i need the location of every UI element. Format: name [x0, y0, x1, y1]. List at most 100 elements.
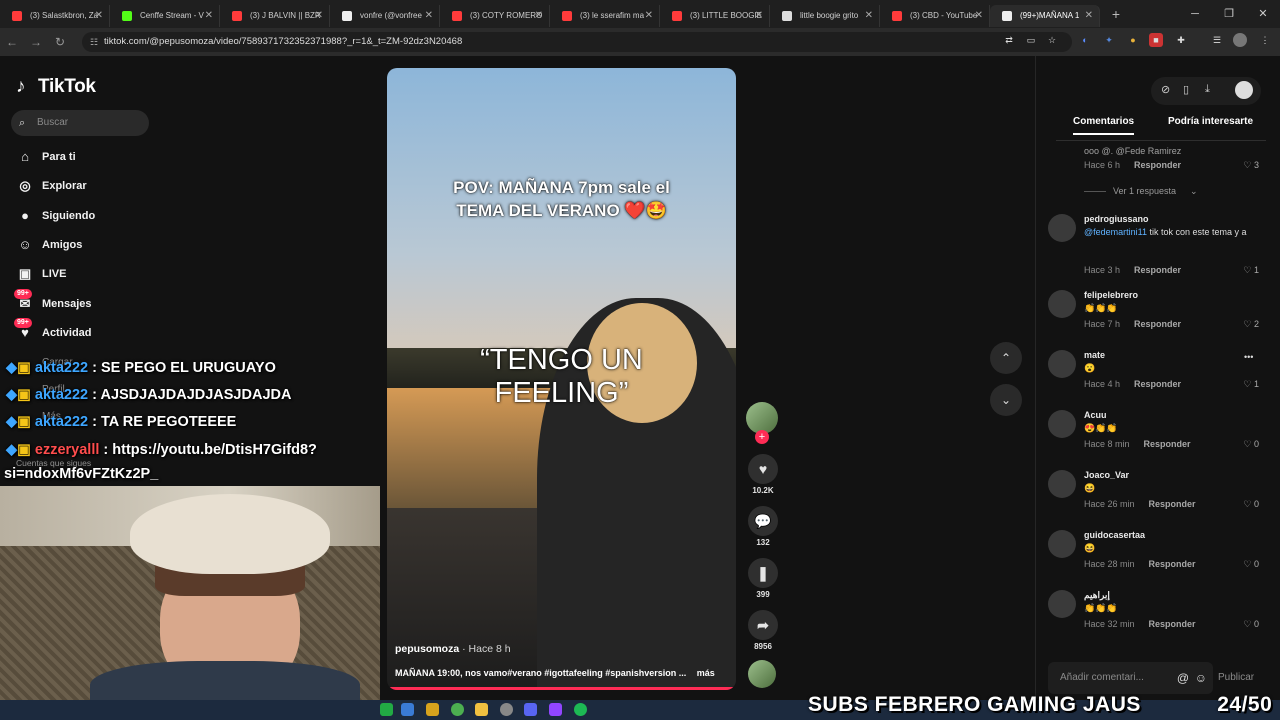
commenter-username[interactable]: felipelebrero: [1084, 290, 1138, 300]
comment-input[interactable]: Añadir comentari... @ ☺: [1048, 662, 1213, 694]
tab-comentarios[interactable]: Comentarios: [1073, 116, 1135, 135]
puzzle-icon[interactable]: ✚: [1174, 33, 1188, 47]
commenter-avatar[interactable]: [1048, 410, 1076, 438]
reply-button[interactable]: Responder: [1149, 559, 1196, 569]
browser-tab[interactable]: (3) le sserafim ma ✕: [550, 5, 660, 27]
address-bar[interactable]: ☷ tiktok.com/@pepusomoza/video/758937173…: [82, 32, 1072, 52]
close-tab-icon[interactable]: ✕: [315, 5, 323, 27]
adblock-icon[interactable]: ■: [1149, 33, 1163, 47]
save-button[interactable]: ❚ 399: [746, 558, 780, 599]
video-player[interactable]: POV: MAÑANA 7pm sale el TEMA DEL VERANO …: [387, 68, 736, 690]
menu-dots-icon[interactable]: ⋮: [1258, 33, 1272, 47]
phone-icon[interactable]: ▯: [1183, 83, 1189, 96]
close-window-icon[interactable]: ✕: [1246, 0, 1280, 28]
app-icon[interactable]: [380, 703, 393, 716]
maximize-icon[interactable]: ❐: [1212, 0, 1246, 28]
sidebar-item-amigos[interactable]: ☺ Amigos: [16, 234, 216, 256]
video-progress-bar[interactable]: [387, 687, 736, 690]
close-tab-icon[interactable]: ✕: [535, 5, 543, 27]
browser-tab[interactable]: (3) CBD - YouTube ✕: [880, 5, 990, 27]
tab-search-icon[interactable]: ☰: [1210, 33, 1224, 47]
comment-like-button[interactable]: ♡ 0: [1243, 499, 1259, 510]
comment-like-button[interactable]: ♡ 0: [1243, 439, 1259, 450]
download-icon[interactable]: ⤓: [1205, 83, 1210, 96]
comment-like-button[interactable]: ♡ 2: [1243, 319, 1259, 330]
browser-tab[interactable]: (3) COTY ROMERO ✕: [440, 5, 550, 27]
minimize-icon[interactable]: ─: [1178, 0, 1212, 28]
share-button[interactable]: ➦ 8956: [746, 610, 780, 651]
commenter-avatar[interactable]: [1048, 214, 1076, 242]
app-icon[interactable]: [401, 703, 414, 716]
new-tab-icon[interactable]: +: [1106, 6, 1126, 22]
close-tab-icon[interactable]: ✕: [205, 5, 213, 27]
cast-icon[interactable]: ▭: [1024, 33, 1038, 47]
extension-icon[interactable]: ✦: [1102, 33, 1116, 47]
commenter-avatar[interactable]: [1048, 350, 1076, 378]
reply-button[interactable]: Responder: [1134, 379, 1181, 389]
sidebar-item-para-ti[interactable]: ⌂ Para ti: [16, 146, 216, 168]
browser-tab[interactable]: (3) LITTLE BOOGIE ✕: [660, 5, 770, 27]
browser-tab[interactable]: vonfre (@vonfree ✕: [330, 5, 440, 27]
comment-like-button[interactable]: ♡ 0: [1243, 619, 1259, 630]
reply-button[interactable]: Responder: [1149, 499, 1196, 509]
commenter-avatar[interactable]: [1048, 590, 1076, 618]
follow-plus-icon[interactable]: +: [755, 430, 769, 444]
folder-icon[interactable]: [475, 703, 488, 716]
commenter-avatar[interactable]: [1048, 290, 1076, 318]
tiktok-logo[interactable]: ♪ TikTok: [16, 76, 96, 98]
comment-button[interactable]: 💬 132: [746, 506, 780, 547]
reply-button[interactable]: Responder: [1134, 160, 1181, 170]
commenter-avatar[interactable]: [1048, 530, 1076, 558]
close-tab-icon[interactable]: ✕: [865, 5, 873, 27]
browser-tab[interactable]: (3) J BALVIN || BZR ✕: [220, 5, 330, 27]
site-info-icon[interactable]: ☷: [90, 32, 98, 52]
spotify-icon[interactable]: [574, 703, 587, 716]
comment-like-button[interactable]: ♡ 1: [1243, 265, 1259, 276]
extension-icon[interactable]: ◐: [1078, 33, 1092, 47]
browser-tab[interactable]: little boogie grito ✕: [770, 5, 880, 27]
reply-button[interactable]: Responder: [1149, 619, 1196, 629]
comment-mention[interactable]: @fedemartini11: [1084, 227, 1147, 237]
video-author[interactable]: pepusomoza: [395, 643, 459, 655]
close-tab-icon[interactable]: ✕: [425, 5, 433, 27]
chrome-icon[interactable]: [451, 703, 464, 716]
close-tab-icon[interactable]: ✕: [975, 5, 983, 27]
reply-button[interactable]: Responder: [1144, 439, 1191, 449]
app-icon[interactable]: [549, 703, 562, 716]
search-input[interactable]: ⌕ Buscar: [11, 110, 149, 136]
close-tab-icon[interactable]: ✕: [645, 5, 653, 27]
reply-button[interactable]: Responder: [1134, 265, 1181, 275]
reload-icon[interactable]: ↻: [48, 35, 72, 49]
music-disc-avatar[interactable]: [748, 660, 776, 688]
comment-like-button[interactable]: ♡ 1: [1243, 379, 1259, 390]
browser-tab[interactable]: Cenffe Stream - V ✕: [110, 5, 220, 27]
user-avatar[interactable]: [1235, 81, 1253, 99]
sidebar-item-explorar[interactable]: ◎ Explorar: [16, 175, 216, 197]
sidebar-item-actividad[interactable]: ♥ Actividad 99+: [14, 317, 216, 344]
app-icon[interactable]: [500, 703, 513, 716]
sidebar-item-mensajes[interactable]: ✉ Mensajes 99+: [14, 288, 216, 315]
comment-like-button[interactable]: ♡ 0: [1243, 559, 1259, 570]
bookmark-star-icon[interactable]: ☆: [1045, 33, 1059, 47]
commenter-username[interactable]: guidocasertaa: [1084, 530, 1145, 540]
sidebar-item-siguiendo[interactable]: ● Siguiendo: [16, 205, 216, 227]
tab-podria-interesarte[interactable]: Podría interesarte: [1168, 116, 1253, 127]
comment-like-button[interactable]: ♡ 3: [1243, 160, 1259, 171]
translate-icon[interactable]: ⇄: [1002, 33, 1016, 47]
extension-icon[interactable]: ●: [1126, 33, 1140, 47]
reply-button[interactable]: Responder: [1134, 319, 1181, 329]
sidebar-item-live[interactable]: ▣ LIVE: [16, 263, 216, 285]
compass-icon[interactable]: ⊘: [1161, 83, 1170, 96]
back-icon[interactable]: ←: [0, 35, 24, 49]
previous-video-button[interactable]: ⌃: [990, 342, 1022, 374]
browser-tab[interactable]: (99+)MAÑANA 1 ✕: [990, 5, 1100, 27]
emoji-icon[interactable]: ☺: [1195, 662, 1207, 694]
close-tab-icon[interactable]: ✕: [755, 5, 763, 27]
discord-icon[interactable]: [524, 703, 537, 716]
close-tab-icon[interactable]: ✕: [1085, 5, 1093, 27]
close-tab-icon[interactable]: ✕: [95, 5, 103, 27]
comment-options-icon[interactable]: •••: [1244, 352, 1258, 362]
commenter-username[interactable]: pedrogiussano: [1084, 214, 1149, 224]
browser-tab[interactable]: (3) Salastkbron, Za ✕: [0, 5, 110, 27]
mention-icon[interactable]: @: [1177, 662, 1189, 694]
